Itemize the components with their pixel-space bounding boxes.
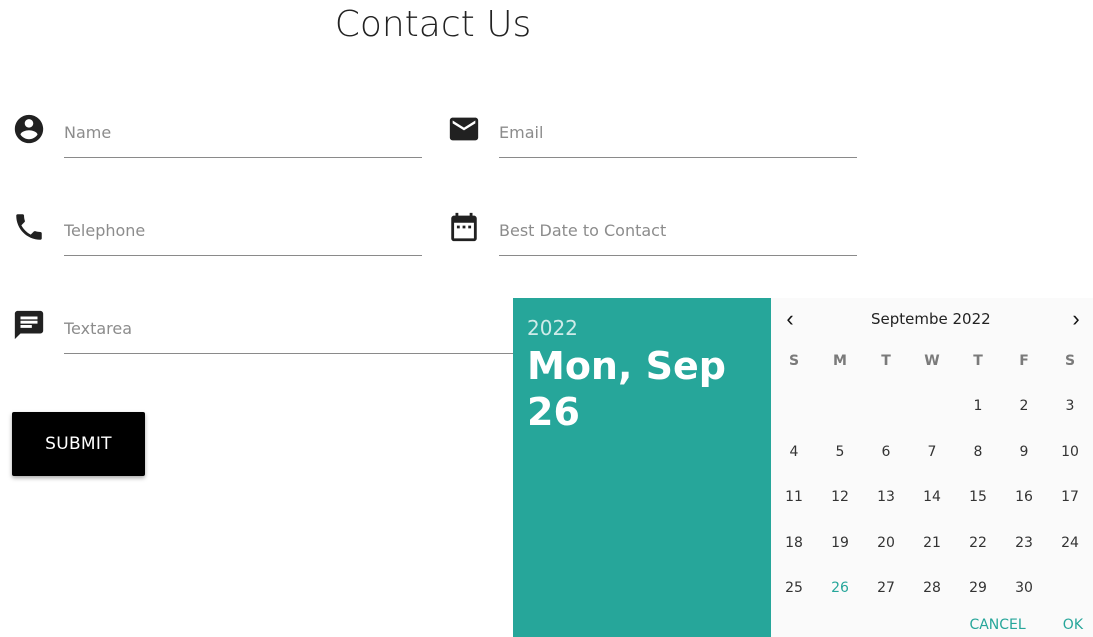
calendar-day[interactable]: 10 [1047,444,1093,460]
calendar-grid: S M T W T F S 1 2 3 4 5 6 7 8 9 10 11 12 13 14 15 16 17 18 19 20 21… [771,338,1093,611]
calendar-day[interactable]: 16 [1001,489,1047,505]
calendar-week-row: 11 12 13 14 15 16 17 [771,475,1093,521]
calendar-week-row: 18 19 20 21 22 23 24 [771,520,1093,566]
calendar-day-selected[interactable]: 26 [817,580,863,596]
calendar-day[interactable]: 30 [1001,580,1047,596]
calendar-day[interactable]: 3 [1047,398,1093,414]
calendar-day[interactable]: 1 [955,398,1001,414]
weekday-label: S [788,352,800,369]
weekday-header-row: SMTWTFS [771,338,1093,384]
calendar-day[interactable]: 11 [771,489,817,505]
calendar-day[interactable]: 18 [771,535,817,551]
calendar-day[interactable]: 5 [817,444,863,460]
weekday-label: S [1064,352,1076,369]
calendar-day[interactable]: 22 [955,535,1001,551]
message-icon [12,308,46,342]
name-input[interactable] [64,98,422,158]
calendar-day[interactable]: 19 [817,535,863,551]
calendar-day[interactable]: 28 [909,580,955,596]
calendar-icon [447,210,481,244]
picker-year[interactable]: 2022 [527,316,757,340]
month-nav: ‹ Septembe 2022 › [771,302,1093,336]
calendar-day[interactable]: 12 [817,489,863,505]
calendar-week-row: 25 26 27 28 29 30 [771,566,1093,612]
email-field-group [447,98,857,158]
weekday-label: T [973,352,983,369]
calendar-day[interactable]: 13 [863,489,909,505]
submit-button[interactable]: SUBMIT [12,412,145,476]
telephone-input[interactable] [64,196,422,256]
weekday-label: F [1019,352,1029,369]
calendar-day[interactable]: 4 [771,444,817,460]
cancel-button[interactable]: CANCEL [965,615,1029,635]
picker-actions: CANCEL OK [941,614,1087,635]
best-date-input[interactable] [499,196,857,256]
ok-button[interactable]: OK [1059,615,1087,635]
weekday-label: W [924,352,940,369]
calendar-day[interactable]: 29 [955,580,1001,596]
calendar-day[interactable]: 27 [863,580,909,596]
page-title: Contact Us [334,4,532,45]
calendar-day[interactable]: 8 [955,444,1001,460]
calendar-day[interactable]: 14 [909,489,955,505]
calendar-day[interactable]: 21 [909,535,955,551]
calendar-week-row: 123 [771,384,1093,430]
calendar: ‹ Septembe 2022 › S M T W T F S 1 2 3 4 5 6 7 8 9 10 11 12… [771,298,1093,637]
telephone-field-group [12,196,422,256]
calendar-day[interactable]: 2 [1001,398,1047,414]
phone-icon [12,210,46,244]
weekday-label: T [881,352,891,369]
calendar-day[interactable]: 25 [771,580,817,596]
prev-month-button[interactable]: ‹ [773,302,807,336]
account-circle-icon [12,112,46,146]
mail-icon [447,112,481,146]
weekday-label: M [833,352,847,369]
calendar-week-row: 4 5 6 7 8 9 10 [771,429,1093,475]
email-input[interactable] [499,98,857,158]
month-label: Septembe 2022 [871,310,991,328]
date-picker-header: 2022 Mon, Sep 26 [513,298,771,637]
message-field-group [12,294,524,354]
calendar-day[interactable]: 17 [1047,489,1093,505]
calendar-day[interactable]: 9 [1001,444,1047,460]
calendar-day[interactable]: 7 [909,444,955,460]
picker-selected-date: Mon, Sep 26 [527,344,726,434]
calendar-day[interactable]: 15 [955,489,1001,505]
next-month-button[interactable]: › [1059,302,1093,336]
calendar-day[interactable]: 23 [1001,535,1047,551]
name-field-group [12,98,422,158]
calendar-day[interactable]: 24 [1047,535,1093,551]
date-picker: 2022 Mon, Sep 26 ‹ Septembe 2022 › SMTWT… [513,298,1093,637]
calendar-day[interactable]: 6 [863,444,909,460]
calendar-day[interactable]: 20 [863,535,909,551]
date-field-group [447,196,857,256]
message-textarea[interactable] [64,294,524,354]
